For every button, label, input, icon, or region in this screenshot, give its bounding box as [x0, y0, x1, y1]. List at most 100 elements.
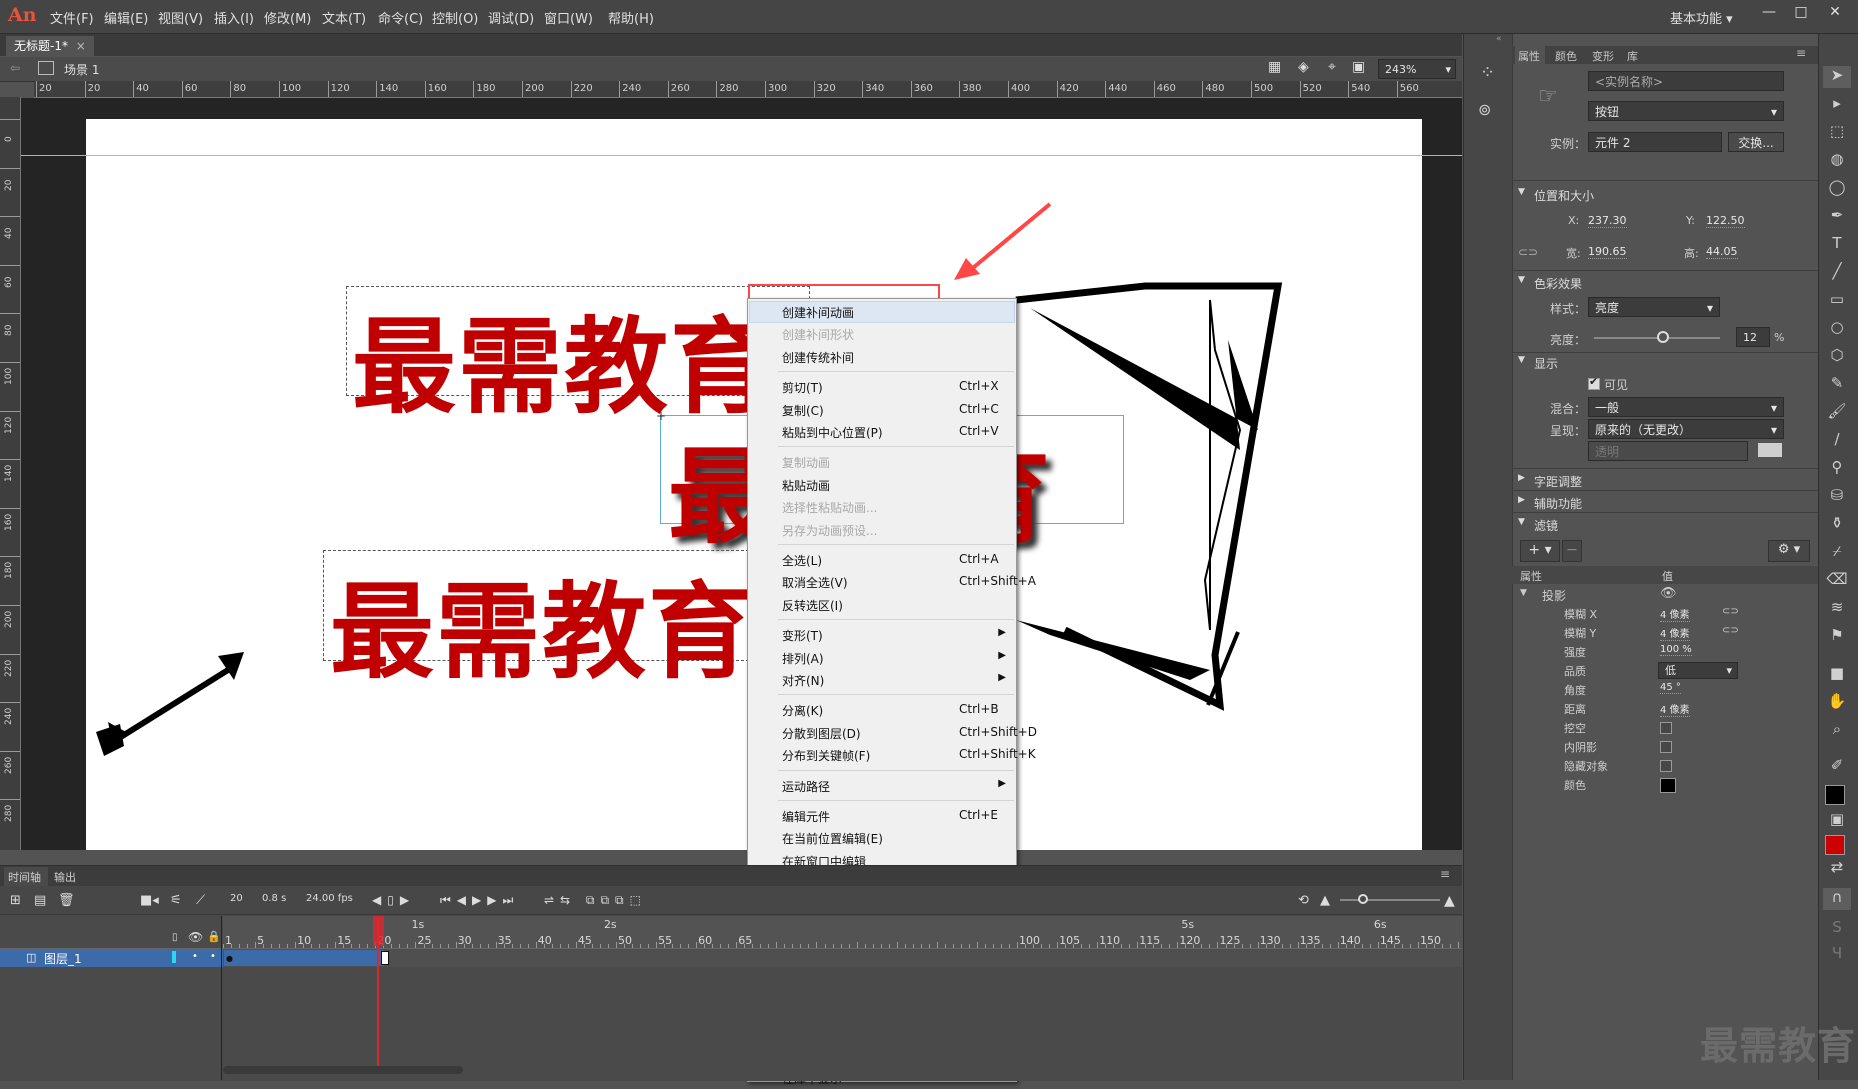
polystar-tool-icon[interactable]: ⬡ [1823, 346, 1851, 368]
tab-timeline[interactable]: 时间轴 [8, 869, 41, 885]
subselection-tool-icon[interactable]: ▸ [1823, 94, 1851, 116]
timeline-zoom-slider[interactable] [1340, 899, 1440, 901]
section-color-effect[interactable]: ▼ 色彩效果 [1512, 272, 1818, 294]
context-menu-item[interactable]: 变形(T) ▶ [748, 624, 1016, 646]
zoom-select[interactable]: 243% ▾ [1378, 59, 1456, 79]
width-value[interactable]: 190.65 [1588, 245, 1627, 259]
tab-output[interactable]: 输出 [54, 869, 76, 885]
context-menu-item[interactable]: 编辑元件 Ctrl+E [748, 805, 1016, 827]
menu-item[interactable]: 文本(T) [322, 8, 366, 27]
show-hide-eye-icon[interactable]: 👁 [188, 930, 203, 944]
paint-bucket-tool-icon[interactable]: ⛁ [1823, 486, 1851, 508]
filter-checkbox[interactable] [1660, 722, 1672, 734]
filter-prop-value[interactable]: 45 ° [1660, 682, 1681, 694]
symbol-type-select[interactable]: 按钮 ▾ [1588, 101, 1784, 121]
panel-menu-icon[interactable]: ≡ [1796, 46, 1806, 60]
frame-rate[interactable]: 24.00 fps [306, 893, 353, 904]
menu-item[interactable]: 插入(I) [214, 8, 254, 27]
tab-properties[interactable]: 属性 [1518, 48, 1540, 64]
new-folder-icon[interactable]: ▤ [34, 893, 46, 908]
menu-item[interactable]: 视图(V) [158, 8, 203, 27]
edit-symbol-icon[interactable]: ◈ [1298, 59, 1309, 75]
delete-layer-icon[interactable]: 🗑 [58, 893, 75, 908]
link-icon[interactable]: ⊂⊃ [1722, 625, 1739, 636]
edit-scene-icon[interactable]: ▦ [1268, 59, 1281, 75]
width-tool-icon[interactable]: ≋ [1823, 598, 1851, 620]
brightness-input[interactable]: 12 [1736, 327, 1770, 347]
x-value[interactable]: 237.30 [1588, 214, 1627, 228]
pencil-tool-icon[interactable]: ✎ [1823, 374, 1851, 396]
context-menu-item[interactable]: 排列(A) ▶ [748, 647, 1016, 669]
stroke-color-icon[interactable]: ✐ [1823, 756, 1851, 778]
tab-library[interactable]: 库 [1627, 48, 1638, 64]
filter-checkbox[interactable] [1660, 760, 1672, 772]
loop-icon[interactable]: ⟲ [1298, 893, 1309, 908]
eraser-tool-icon[interactable]: ⌫ [1823, 570, 1851, 592]
loop-onion-controls[interactable]: ⇌⇆ ⧉⧉⧉⬚ [544, 893, 647, 908]
lasso-tool-icon[interactable]: ◯ [1823, 178, 1851, 200]
background-color-swatch[interactable] [1758, 443, 1782, 457]
text-object-top[interactable]: 最需教育 [352, 282, 776, 433]
text-object-bottom[interactable]: 最需教育 [330, 547, 754, 698]
fill-color-icon[interactable]: ▣ [1823, 810, 1851, 832]
workspace-switcher[interactable]: 基本功能 ▾ [1670, 8, 1733, 27]
filter-checkbox[interactable] [1660, 741, 1672, 753]
fill-color-swatch[interactable] [1825, 835, 1845, 855]
smooth-icon[interactable]: S [1823, 918, 1851, 940]
line-tool-icon[interactable]: ╱ [1823, 262, 1851, 284]
layer-name[interactable]: 图层_1 [44, 950, 82, 967]
context-menu-item[interactable]: 运动路径 ▶ [748, 775, 1016, 797]
end-frame-marker[interactable] [381, 951, 389, 965]
menu-item[interactable]: 帮助(H) [608, 8, 654, 27]
paint-brush-tool-icon[interactable]: 🖌 [1823, 402, 1851, 424]
playhead-line[interactable] [377, 917, 380, 1072]
maximize-button[interactable]: □ [1786, 4, 1816, 26]
ink-bottle-tool-icon[interactable]: ⚱ [1823, 514, 1851, 536]
straighten-icon[interactable]: Ч [1823, 944, 1851, 966]
zoom-in-mountain-icon[interactable]: ▲ [1444, 893, 1455, 909]
motion-presets-icon[interactable]: ⁘ [1480, 62, 1495, 83]
cc-libraries-icon[interactable]: ⊚ [1478, 100, 1491, 119]
playhead-nav-controls[interactable]: ◀▯▶ [372, 893, 415, 907]
arrow-graphic[interactable] [86, 640, 266, 770]
zoom-out-mountain-icon[interactable]: ▲ [1320, 893, 1330, 908]
filter-quality-select[interactable]: 低 ▾ [1658, 662, 1738, 679]
camera-tool-icon[interactable]: ■ [1823, 664, 1851, 686]
stroke-color-swatch[interactable] [1825, 785, 1845, 805]
collapse-triangle-icon[interactable]: ▼ [1520, 588, 1527, 598]
context-menu-item[interactable]: 复制(C) Ctrl+C [748, 399, 1016, 421]
menu-item[interactable]: 控制(O) [432, 8, 478, 27]
panel-menu-icon[interactable]: ≡ [1440, 867, 1450, 881]
link-icon[interactable]: ⊂⊃ [1518, 245, 1538, 259]
rectangle-tool-icon[interactable]: ▭ [1823, 290, 1851, 312]
filter-color-swatch[interactable] [1660, 778, 1676, 793]
section-position-size[interactable]: ▼ 位置和大小 [1512, 184, 1818, 206]
menu-item[interactable]: 编辑(E) [104, 8, 148, 27]
document-tab[interactable]: 无标题-1* × [6, 36, 94, 56]
bone-tool-icon[interactable]: ⚲ [1823, 458, 1851, 480]
swap-colors-icon[interactable]: ⇄ [1823, 858, 1851, 880]
panel-expand-icon[interactable]: « [1496, 34, 1502, 44]
menu-item[interactable]: 命令(C) [378, 8, 423, 27]
context-menu-item[interactable]: 剪切(T) Ctrl+X [748, 376, 1016, 398]
snap-magnet-icon[interactable]: ∩ [1823, 888, 1851, 910]
minimize-button[interactable]: — [1754, 4, 1784, 26]
playback-controls[interactable]: ⏮◀▶▶⏭ [440, 893, 519, 908]
eyedropper-tool-icon[interactable]: ⌿ [1823, 542, 1851, 564]
layer-frames[interactable] [223, 949, 1462, 967]
hand-tool-icon[interactable]: ✋ [1823, 692, 1851, 714]
keyframe-dot[interactable]: ● [226, 954, 233, 963]
menu-item[interactable]: 调试(D) [488, 8, 534, 27]
filter-prop-value[interactable]: 4 像素 [1660, 701, 1690, 717]
oval-tool-icon[interactable]: ○ [1823, 318, 1851, 340]
context-menu-item[interactable]: 在当前位置编辑(E) [748, 827, 1016, 849]
layer-unlocked-dot[interactable]: • [210, 951, 216, 962]
timeline-zoom-thumb[interactable] [1358, 894, 1368, 904]
guide-line[interactable] [21, 155, 1462, 156]
new-layer-icon[interactable]: ⊞ [10, 893, 21, 908]
3d-rotation-tool-icon[interactable]: ◍ [1823, 150, 1851, 172]
blend-select[interactable]: 一般 ▾ [1588, 397, 1784, 417]
filter-options-gear-icon[interactable]: ⚙ ▾ [1768, 540, 1810, 562]
add-filter-button[interactable]: + ▾ [1520, 540, 1560, 562]
menu-item[interactable]: 窗口(W) [544, 8, 593, 27]
